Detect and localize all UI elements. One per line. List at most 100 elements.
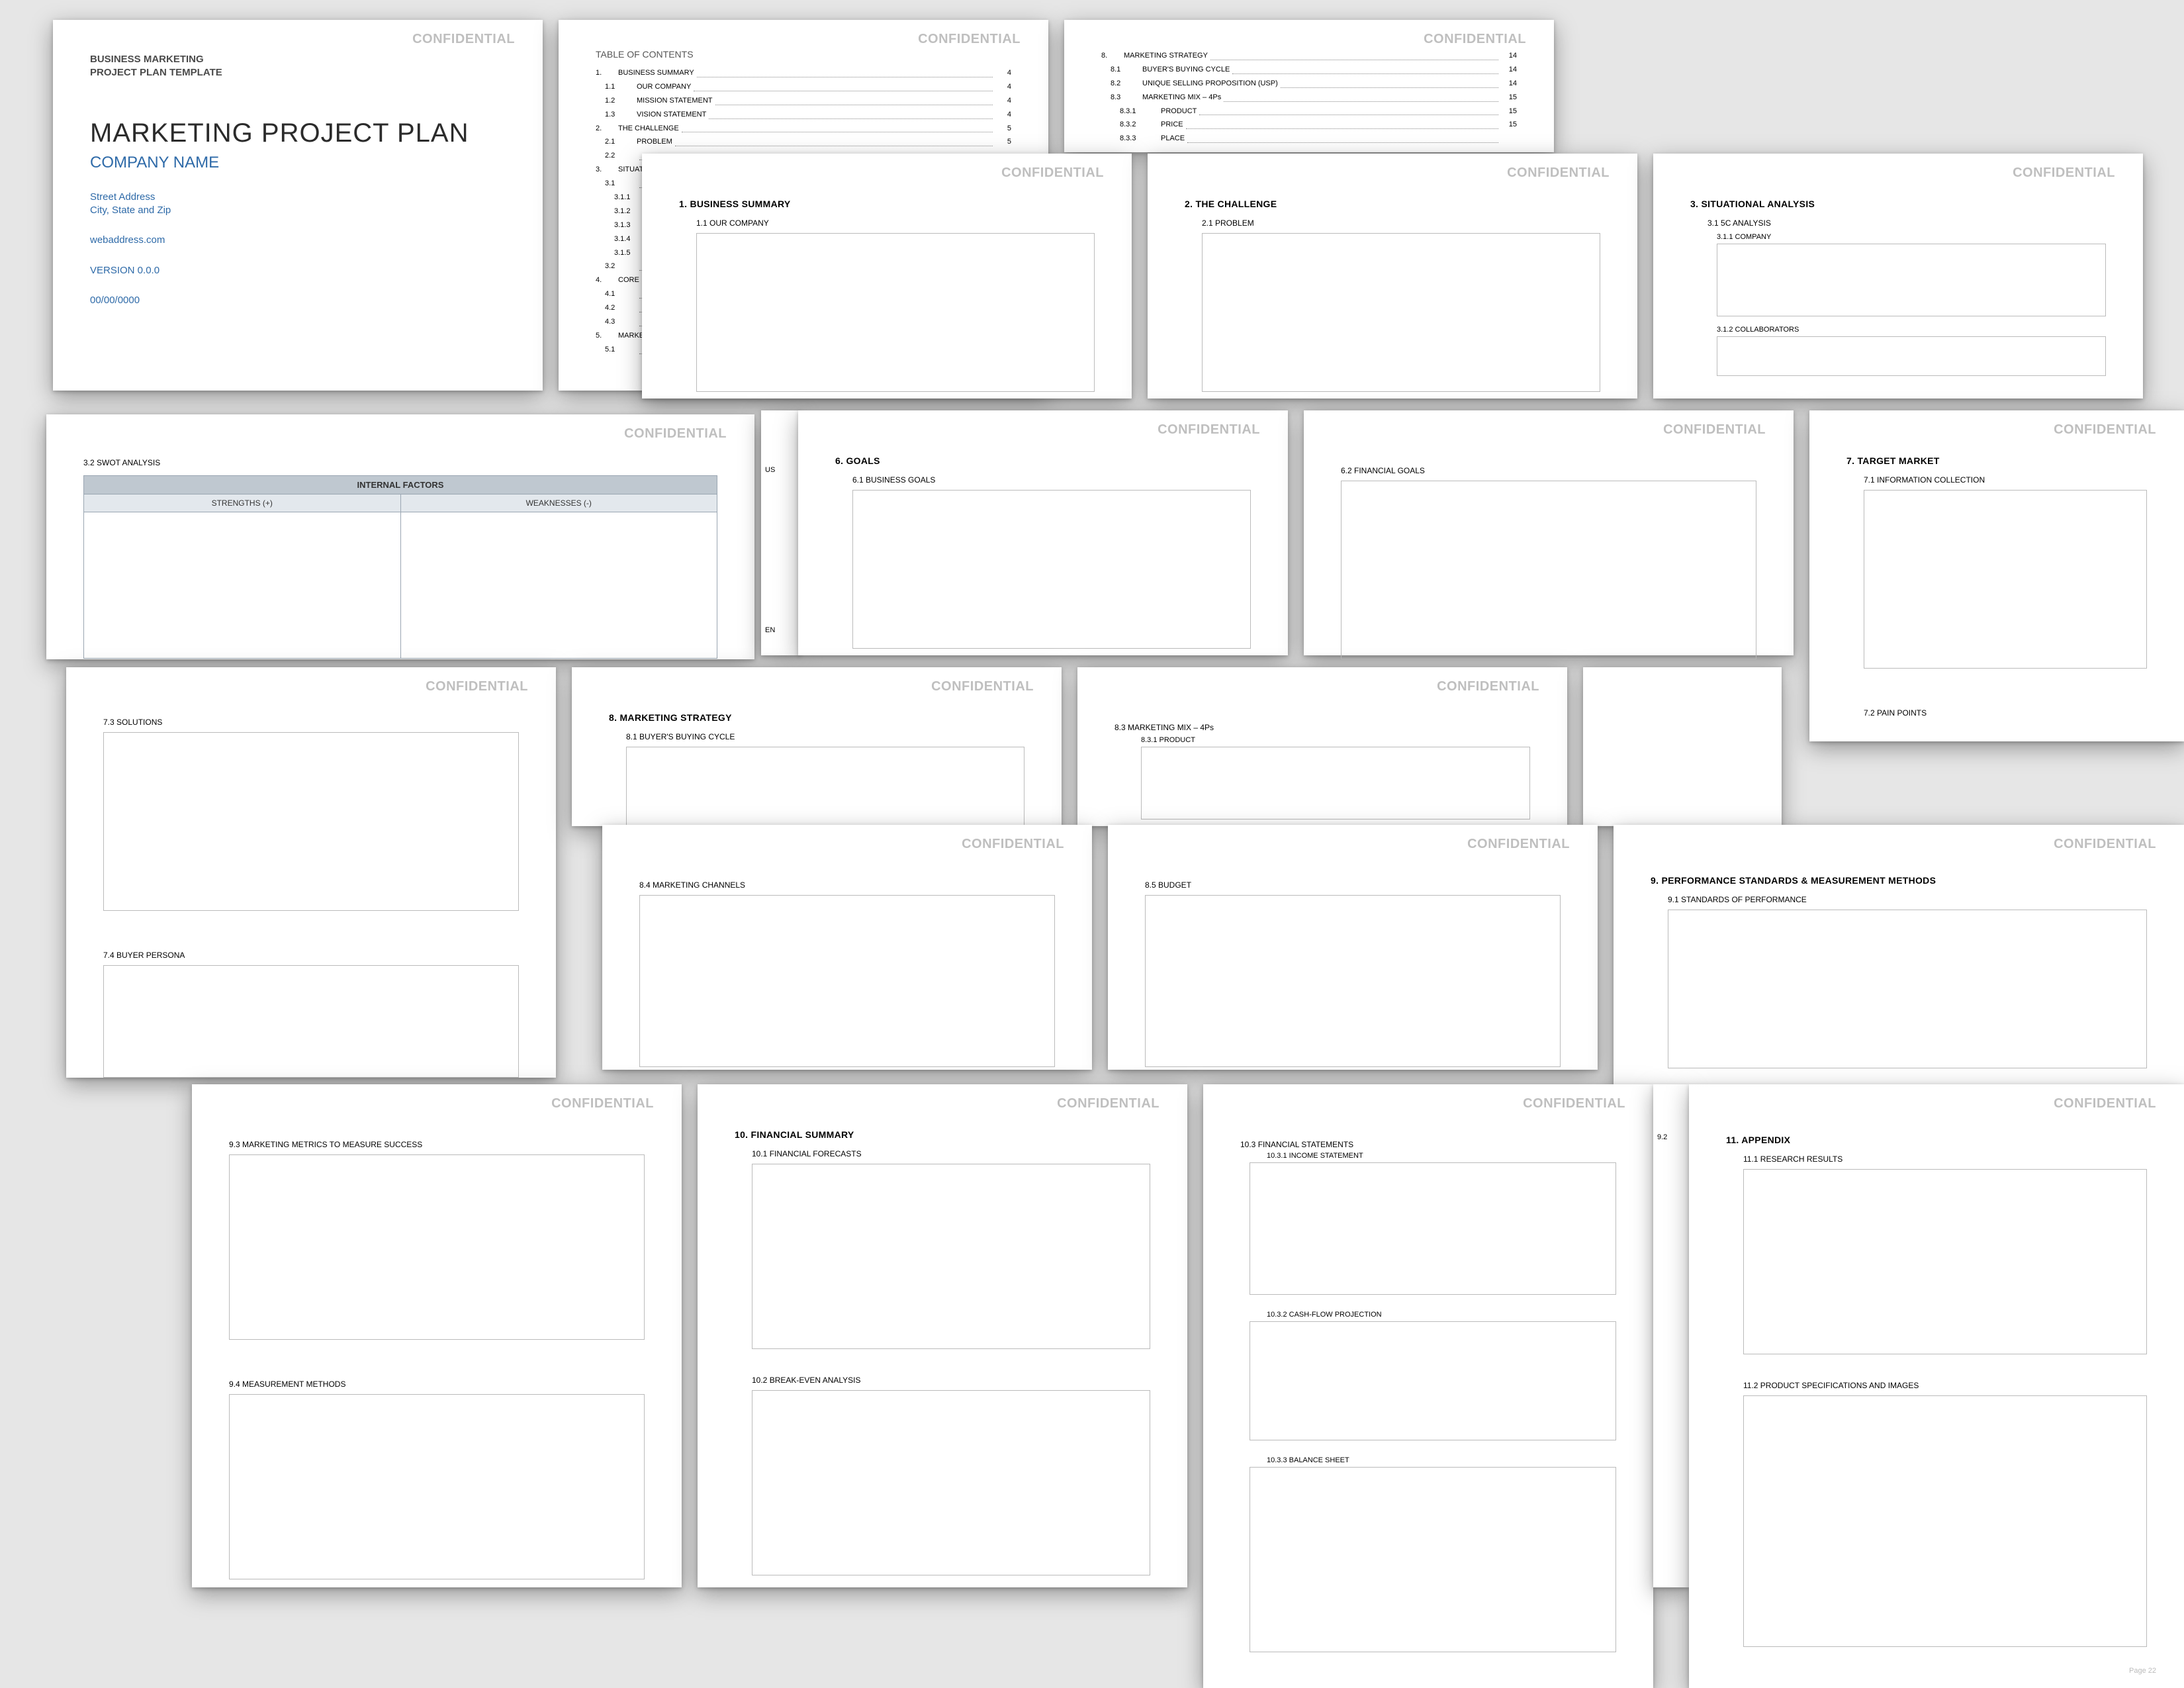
input-box-breakeven[interactable]: [752, 1390, 1150, 1575]
section-9-4: 9.4 MEASUREMENT METHODS: [229, 1380, 645, 1389]
version: VERSION 0.0.0: [90, 264, 506, 277]
page-budget: CONFIDENTIAL 8.5 BUDGET: [1108, 825, 1598, 1070]
input-box-buying-cycle[interactable]: [626, 747, 1024, 826]
input-box-income[interactable]: [1250, 1162, 1616, 1295]
swot-band: INTERNAL FACTORS: [83, 475, 717, 494]
page-empty-a: [1583, 667, 1782, 826]
toc-row: 8.MARKETING STRATEGY14: [1101, 49, 1517, 63]
section-10-1: 10.1 FINANCIAL FORECASTS: [752, 1149, 1150, 1158]
input-box-channels[interactable]: [639, 895, 1055, 1067]
page-marketing-mix: CONFIDENTIAL 8.3 MARKETING MIX – 4Ps 8.3…: [1077, 667, 1567, 826]
section-1-1: 1.1 OUR COMPANY: [696, 218, 1095, 228]
section-10-3-1: 10.3.1 INCOME STATEMENT: [1267, 1152, 1616, 1160]
input-box-product[interactable]: [1141, 747, 1530, 820]
watermark: CONFIDENTIAL: [962, 837, 1064, 852]
ent-frag: EN: [765, 626, 797, 634]
page-business-summary: CONFIDENTIAL 1. BUSINESS SUMMARY 1.1 OUR…: [642, 154, 1132, 399]
template-line2: PROJECT PLAN TEMPLATE: [90, 66, 506, 79]
section-9-2-frag: 9.2: [1657, 1133, 1685, 1141]
toc-row: 8.3.3PLACE: [1101, 132, 1517, 146]
page-performance: CONFIDENTIAL 9. PERFORMANCE STANDARDS & …: [1614, 825, 2184, 1116]
watermark: CONFIDENTIAL: [1437, 679, 1539, 694]
section-3-1-1: 3.1.1 COMPANY: [1717, 233, 2106, 241]
watermark: CONFIDENTIAL: [1158, 422, 1260, 438]
watermark: CONFIDENTIAL: [2054, 422, 2156, 438]
date: 00/00/0000: [90, 294, 506, 307]
section-6-1: 6.1 BUSINESS GOALS: [852, 475, 1251, 485]
input-box-financial-goals[interactable]: [1341, 481, 1756, 659]
swot-header-row: STRENGTHS (+) WEAKNESSES (-): [83, 494, 717, 512]
input-box-cashflow[interactable]: [1250, 1321, 1616, 1440]
watermark: CONFIDENTIAL: [1467, 837, 1570, 852]
page-marketing-channels: CONFIDENTIAL 8.4 MARKETING CHANNELS: [602, 825, 1092, 1070]
input-box-metrics[interactable]: [229, 1154, 645, 1340]
section-10-title: 10. FINANCIAL SUMMARY: [735, 1129, 1150, 1140]
watermark: CONFIDENTIAL: [2054, 1096, 2156, 1111]
input-box-our-company[interactable]: [696, 233, 1095, 392]
swot-weaknesses: WEAKNESSES (-): [400, 494, 717, 512]
page-appendix: CONFIDENTIAL 11. APPENDIX 11.1 RESEARCH …: [1689, 1084, 2184, 1688]
template-line1: BUSINESS MARKETING: [90, 53, 506, 66]
watermark: CONFIDENTIAL: [1057, 1096, 1160, 1111]
doc-title: MARKETING PROJECT PLAN: [90, 118, 506, 148]
toc-row: 1.BUSINESS SUMMARY4: [596, 66, 1011, 80]
input-box-budget[interactable]: [1145, 895, 1561, 1067]
input-box-info-collection[interactable]: [1864, 490, 2147, 669]
input-box-forecasts[interactable]: [752, 1164, 1150, 1349]
input-box-solutions[interactable]: [103, 732, 519, 911]
toc-row: 8.3.2PRICE15: [1101, 118, 1517, 132]
input-box-company[interactable]: [1717, 244, 2106, 316]
section-2-title: 2. THE CHALLENGE: [1185, 199, 1600, 209]
section-6-2: 6.2 FINANCIAL GOALS: [1341, 466, 1756, 475]
section-3-1: 3.1 5C ANALYSIS: [1707, 218, 2106, 228]
input-box-buyer-persona[interactable]: [103, 965, 519, 1078]
input-box-standards[interactable]: [1668, 910, 2147, 1068]
input-box-problem[interactable]: [1202, 233, 1600, 392]
page-financial-statements: CONFIDENTIAL 10.3 FINANCIAL STATEMENTS 1…: [1203, 1084, 1653, 1688]
page-cover: CONFIDENTIAL BUSINESS MARKETING PROJECT …: [53, 20, 543, 391]
section-9-title: 9. PERFORMANCE STANDARDS & MEASUREMENT M…: [1651, 875, 2147, 886]
toc-row: 8.3.1PRODUCT15: [1101, 105, 1517, 118]
watermark: CONFIDENTIAL: [2013, 165, 2115, 181]
input-box-collaborators[interactable]: [1717, 336, 2106, 376]
section-8-5: 8.5 BUDGET: [1145, 880, 1561, 890]
page-92-fragment: 9.2: [1653, 1084, 1689, 1587]
page-toc-2: CONFIDENTIAL 8.MARKETING STRATEGY148.1BU…: [1064, 20, 1554, 152]
address-line2: City, State and Zip: [90, 204, 506, 217]
section-10-3: 10.3 FINANCIAL STATEMENTS: [1240, 1140, 1616, 1149]
watermark: CONFIDENTIAL: [624, 426, 727, 442]
section-8-3-1: 8.3.1 PRODUCT: [1141, 736, 1530, 744]
swot-strengths: STRENGTHS (+): [84, 494, 400, 512]
section-3-2: 3.2 SWOT ANALYSIS: [83, 458, 717, 467]
toc-row: 8.3MARKETING MIX – 4Ps15: [1101, 91, 1517, 105]
section-7-4: 7.4 BUYER PERSONA: [103, 951, 519, 960]
watermark: CONFIDENTIAL: [1523, 1096, 1625, 1111]
toc-row: 2.THE CHALLENGE5: [596, 122, 1011, 136]
section-9-3: 9.3 MARKETING METRICS TO MEASURE SUCCESS: [229, 1140, 645, 1149]
page-solutions-persona: CONFIDENTIAL 7.3 SOLUTIONS 7.4 BUYER PER…: [66, 667, 556, 1078]
swot-cells[interactable]: [83, 512, 717, 659]
section-8-1: 8.1 BUYER'S BUYING CYCLE: [626, 732, 1024, 741]
input-box-balance[interactable]: [1250, 1467, 1616, 1652]
toc-row: 1.2MISSION STATEMENT4: [596, 94, 1011, 108]
toc-row: 2.1PROBLEM5: [596, 135, 1011, 149]
input-box-business-goals[interactable]: [852, 490, 1251, 649]
input-box-measurement[interactable]: [229, 1394, 645, 1579]
toc-body-2: 8.MARKETING STRATEGY148.1BUYER'S BUYING …: [1101, 49, 1517, 146]
web-address: webaddress.com: [90, 234, 506, 247]
watermark: CONFIDENTIAL: [931, 679, 1034, 694]
watermark: CONFIDENTIAL: [1424, 32, 1526, 47]
section-10-3-2: 10.3.2 CASH-FLOW PROJECTION: [1267, 1311, 1616, 1319]
section-3-1-2: 3.1.2 COLLABORATORS: [1717, 326, 2106, 334]
toc-row: 1.1OUR COMPANY4: [596, 80, 1011, 94]
section-8-title: 8. MARKETING STRATEGY: [609, 712, 1024, 723]
section-7-3: 7.3 SOLUTIONS: [103, 718, 519, 727]
section-11-title: 11. APPENDIX: [1726, 1135, 2147, 1145]
watermark: CONFIDENTIAL: [551, 1096, 654, 1111]
section-10-3-3: 10.3.3 BALANCE SHEET: [1267, 1456, 1616, 1464]
section-2-1: 2.1 PROBLEM: [1202, 218, 1600, 228]
input-box-product-spec[interactable]: [1743, 1395, 2147, 1647]
watermark: CONFIDENTIAL: [412, 32, 515, 47]
input-box-research[interactable]: [1743, 1169, 2147, 1354]
section-8-3: 8.3 MARKETING MIX – 4Ps: [1115, 723, 1530, 732]
